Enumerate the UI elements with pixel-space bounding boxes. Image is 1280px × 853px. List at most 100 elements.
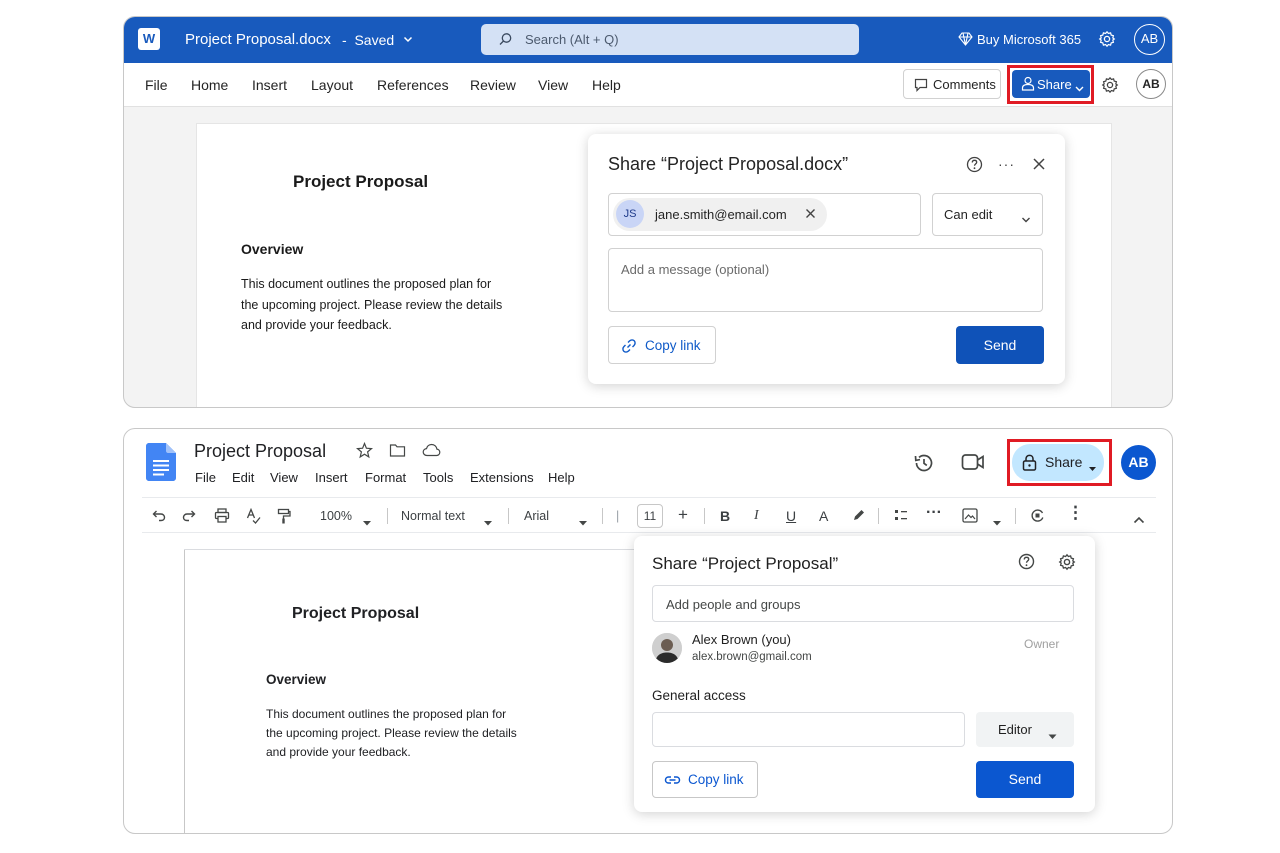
menu-tools[interactable]: Tools	[423, 470, 453, 485]
menu-edit[interactable]: Edit	[232, 470, 254, 485]
menu-help[interactable]: Help	[592, 77, 621, 93]
document-heading: Project Proposal	[292, 605, 420, 622]
account-avatar[interactable]: AB	[1121, 445, 1156, 480]
user-email: alex.brown@gmail.com	[692, 651, 812, 663]
menu-insert[interactable]: Insert	[315, 470, 348, 485]
settings-gear-icon[interactable]	[1101, 76, 1119, 94]
role-dropdown[interactable]: Editor	[976, 712, 1074, 747]
bold-button[interactable]: B	[720, 508, 730, 524]
version-history-icon[interactable]	[913, 452, 935, 474]
copy-link-button[interactable]: Copy link	[608, 326, 716, 364]
search-icon	[498, 32, 513, 47]
remove-recipient-icon[interactable]	[805, 208, 816, 219]
checklist-icon[interactable]	[894, 508, 908, 527]
italic-button[interactable]: I	[754, 508, 759, 524]
copy-link-button[interactable]: Copy link	[652, 761, 758, 798]
settings-gear-icon[interactable]	[1098, 30, 1116, 48]
google-docs-logo-icon[interactable]	[146, 443, 176, 481]
redo-icon[interactable]	[182, 508, 196, 527]
settings-gear-icon[interactable]	[1058, 553, 1076, 571]
formatting-toolbar: 100% Normal text Arial | 11 + B I U A ··…	[142, 497, 1156, 533]
highlight-pen-icon[interactable]	[852, 508, 866, 527]
send-button[interactable]: Send	[956, 326, 1044, 364]
font-size-input[interactable]: 11	[637, 504, 663, 528]
recipient-email: jane.smith@email.com	[655, 207, 787, 222]
save-status[interactable]: - Saved	[342, 32, 394, 48]
message-input[interactable]: Add a message (optional)	[608, 248, 1043, 312]
user-role: Owner	[1024, 637, 1060, 651]
editing-mode-icon[interactable]	[1030, 508, 1045, 528]
toolbar-divider	[508, 508, 509, 524]
caret-down-icon[interactable]	[579, 513, 587, 531]
comments-button[interactable]: Comments	[903, 69, 1001, 99]
message-placeholder: Add a message (optional)	[621, 262, 770, 277]
zoom-select[interactable]: 100%	[320, 509, 352, 523]
more-tools-icon[interactable]: ···	[926, 504, 942, 522]
general-access-heading: General access	[652, 688, 746, 703]
menu-file[interactable]: File	[195, 470, 216, 485]
send-button[interactable]: Send	[976, 761, 1074, 798]
document-subheading: Overview	[241, 241, 304, 257]
menu-review[interactable]: Review	[470, 77, 516, 93]
share-highlight-box	[1007, 439, 1112, 486]
print-icon[interactable]	[214, 508, 230, 528]
text-color-button[interactable]: A	[819, 508, 828, 524]
search-placeholder: Search (Alt + Q)	[525, 32, 619, 47]
underline-button[interactable]: U	[786, 508, 796, 524]
caret-down-icon[interactable]	[484, 513, 492, 531]
help-icon[interactable]	[1018, 553, 1035, 570]
link-icon	[664, 774, 681, 786]
menu-insert[interactable]: Insert	[252, 77, 287, 93]
more-options-icon[interactable]: ···	[998, 156, 1015, 172]
diamond-icon	[958, 32, 973, 46]
move-folder-icon[interactable]	[389, 443, 406, 458]
menu-format[interactable]: Format	[365, 470, 406, 485]
buy-microsoft-365-link[interactable]: Buy Microsoft 365	[977, 32, 1081, 47]
page-edge	[184, 549, 634, 550]
chevron-down-icon[interactable]	[402, 33, 414, 45]
document-title[interactable]: Project Proposal	[194, 441, 326, 462]
spellcheck-icon[interactable]	[246, 507, 261, 529]
collapse-menus-icon[interactable]	[1133, 511, 1145, 529]
word-logo-icon[interactable]: W	[138, 28, 160, 50]
caret-down-icon[interactable]	[363, 513, 371, 531]
recipient-chip[interactable]: JS jane.smith@email.com	[613, 198, 827, 231]
account-avatar[interactable]: AB	[1134, 24, 1165, 55]
chevron-down-icon	[1021, 211, 1031, 229]
cloud-status-icon[interactable]	[422, 443, 441, 457]
insert-image-icon[interactable]	[962, 508, 978, 528]
search-box[interactable]: Search (Alt + Q)	[481, 24, 859, 55]
menu-file[interactable]: File	[145, 77, 168, 93]
toolbar-divider	[704, 508, 705, 524]
paint-format-icon[interactable]	[277, 508, 291, 529]
more-vert-icon[interactable]: ⋮	[1067, 503, 1084, 523]
menu-home[interactable]: Home	[191, 77, 228, 93]
menu-layout[interactable]: Layout	[311, 77, 353, 93]
caret-down-icon[interactable]	[993, 513, 1001, 531]
help-icon[interactable]	[966, 156, 983, 173]
document-title[interactable]: Project Proposal.docx	[185, 31, 331, 48]
recipient-field[interactable]: JS jane.smith@email.com	[608, 193, 921, 236]
menu-view[interactable]: View	[270, 470, 298, 485]
add-people-input[interactable]: Add people and groups	[652, 585, 1074, 622]
undo-icon[interactable]	[152, 508, 166, 527]
document-paragraph: This document outlines the proposed plan…	[266, 707, 517, 759]
document-paragraph: This document outlines the proposed plan…	[241, 277, 503, 332]
menu-references[interactable]: References	[377, 77, 449, 93]
menu-help[interactable]: Help	[548, 470, 575, 485]
close-icon[interactable]	[1032, 157, 1046, 171]
general-access-field[interactable]	[652, 712, 965, 747]
star-icon[interactable]	[356, 442, 373, 459]
permission-dropdown[interactable]: Can edit	[932, 193, 1043, 236]
increase-font-size-button[interactable]: +	[678, 505, 688, 525]
decrease-font-size-button[interactable]: |	[616, 509, 619, 523]
menu-extensions[interactable]: Extensions	[470, 470, 534, 485]
style-select[interactable]: Normal text	[401, 509, 465, 523]
font-select[interactable]: Arial	[524, 509, 549, 523]
toolbar-divider	[878, 508, 879, 524]
account-avatar[interactable]: AB	[1136, 69, 1166, 99]
meet-video-icon[interactable]	[961, 452, 985, 472]
menu-view[interactable]: View	[538, 77, 568, 93]
caret-down-icon	[1048, 727, 1057, 745]
word-window: W Project Proposal.docx - Saved Search (…	[123, 16, 1173, 408]
